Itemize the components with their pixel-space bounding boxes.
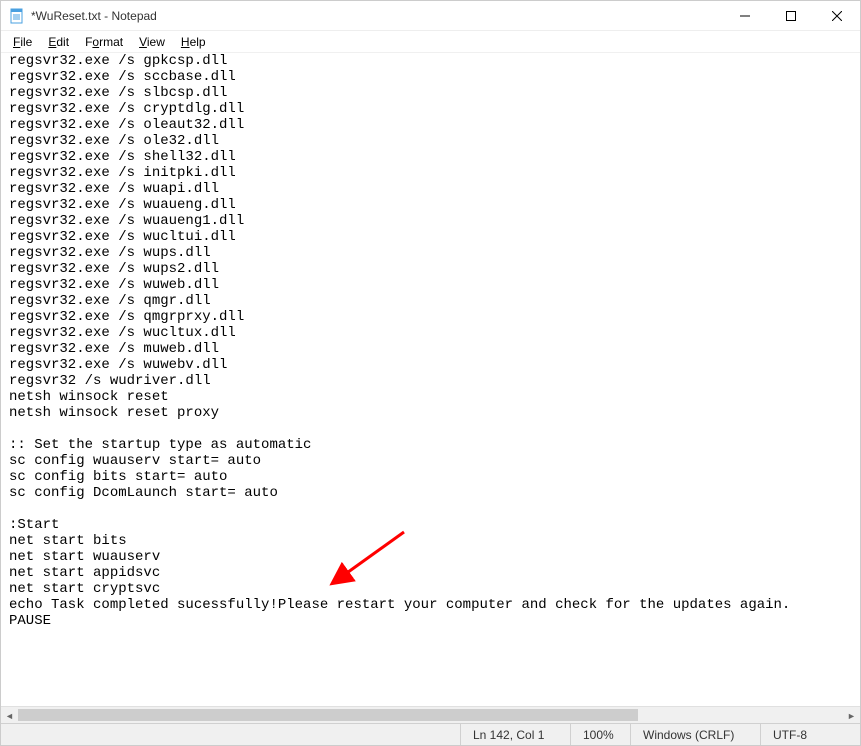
scroll-left-button[interactable]: ◄ [1,707,18,724]
menu-edit[interactable]: Edit [40,33,77,51]
horizontal-scrollbar[interactable]: ◄ ► [1,706,860,723]
close-button[interactable] [814,1,860,30]
status-line-ending: Windows (CRLF) [630,724,760,745]
menu-file[interactable]: File [5,33,40,51]
window-title: *WuReset.txt - Notepad [31,9,722,23]
menu-view[interactable]: View [131,33,173,51]
menu-format[interactable]: Format [77,33,131,51]
menubar: File Edit Format View Help [1,31,860,53]
scroll-right-button[interactable]: ► [843,707,860,724]
text-content[interactable]: regsvr32.exe /s gpkcsp.dll regsvr32.exe … [1,53,860,629]
titlebar[interactable]: *WuReset.txt - Notepad [1,1,860,31]
statusbar: Ln 142, Col 1 100% Windows (CRLF) UTF-8 [1,723,860,745]
status-zoom: 100% [570,724,630,745]
status-encoding: UTF-8 [760,724,860,745]
window-controls [722,1,860,30]
text-area[interactable]: regsvr32.exe /s gpkcsp.dll regsvr32.exe … [1,53,860,706]
status-position: Ln 142, Col 1 [460,724,570,745]
maximize-button[interactable] [768,1,814,30]
minimize-button[interactable] [722,1,768,30]
menu-help[interactable]: Help [173,33,214,51]
scrollbar-thumb[interactable] [18,709,638,721]
scrollbar-track[interactable] [18,707,843,723]
notepad-icon [9,8,25,24]
